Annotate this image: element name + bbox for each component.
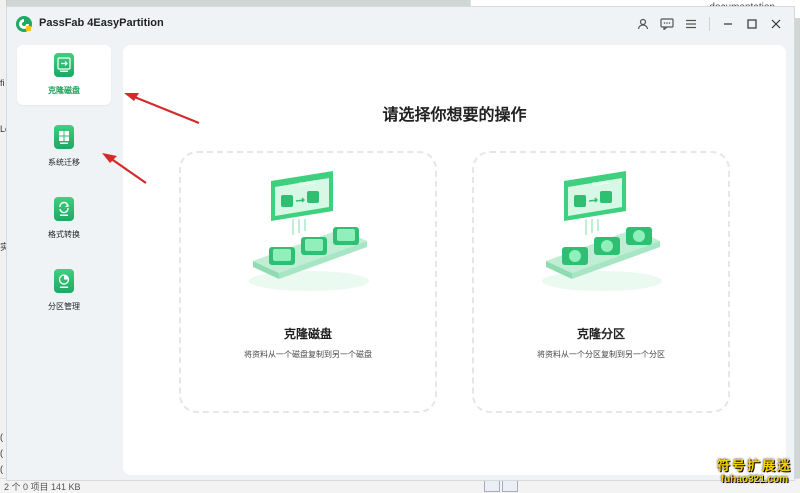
card-description: 将资料从一个分区复制到另一个分区 (537, 350, 665, 359)
card-title: 克隆分区 (576, 327, 625, 341)
sidebar-item-label: 系统迁移 (48, 158, 80, 167)
clone-disk-card[interactable]: CLONE 克隆磁盘 将资料从一个磁盘复制到另一个磁盘 (179, 151, 437, 413)
sidebar-item-label: 分区管理 (48, 302, 80, 311)
sidebar-item-label: 格式转换 (48, 230, 80, 239)
clone-disk-icon (54, 53, 74, 77)
background-text: fi (0, 78, 5, 88)
app-window: PassFab 4EasyPartition 克隆磁盘 系统迁移 格式转换 分区… (6, 6, 795, 481)
background-status-text: 2 个 0 项目 141 KB (4, 482, 81, 492)
menu-icon[interactable] (679, 14, 703, 34)
maximize-icon[interactable] (740, 14, 764, 34)
sidebar-item-label: 克隆磁盘 (48, 86, 80, 95)
clone-partition-illustration: CLONE (542, 171, 662, 291)
minimize-icon[interactable] (716, 14, 740, 34)
background-text: ( (0, 448, 3, 458)
feedback-icon[interactable] (655, 14, 679, 34)
format-convert-icon (54, 197, 74, 221)
background-text: ( (0, 464, 3, 474)
system-migration-icon (54, 125, 74, 149)
clone-partition-card[interactable]: CLONE 克隆分区 将资料从一个分区复制到另一个分区 (472, 151, 730, 413)
clone-disk-illustration: CLONE (249, 171, 369, 291)
sidebar-item-system-migration[interactable]: 系统迁移 (17, 117, 111, 177)
title-bar-divider (709, 17, 710, 31)
watermark-url: fuhao321.com (720, 474, 789, 485)
app-title: PassFab 4EasyPartition (39, 17, 164, 29)
sidebar-item-partition-manage[interactable]: 分区管理 (17, 261, 111, 321)
partition-manage-icon (54, 269, 74, 293)
title-bar: PassFab 4EasyPartition (7, 7, 794, 41)
background-text: ( (0, 432, 3, 442)
card-title: 克隆磁盘 (283, 327, 332, 341)
watermark: 符号扩展迷 fuhao321.com (717, 455, 792, 485)
close-icon[interactable] (764, 14, 788, 34)
main-panel: 请选择你想要的操作 CLONE 克隆磁盘 将资料从一个磁盘复制到另一个磁盘 CL… (123, 45, 786, 475)
page-title: 请选择你想要的操作 (382, 107, 527, 124)
sidebar-item-clone-disk[interactable]: 克隆磁盘 (17, 45, 111, 105)
sidebar-item-format-convert[interactable]: 格式转换 (17, 189, 111, 249)
window-controls (631, 14, 788, 34)
watermark-title: 符号扩展迷 (716, 458, 792, 473)
card-description: 将资料从一个磁盘复制到另一个磁盘 (244, 350, 372, 359)
details-view-icon (484, 480, 500, 492)
large-icons-view-icon (502, 480, 518, 492)
user-icon[interactable] (631, 14, 655, 34)
app-logo-icon (16, 16, 32, 32)
